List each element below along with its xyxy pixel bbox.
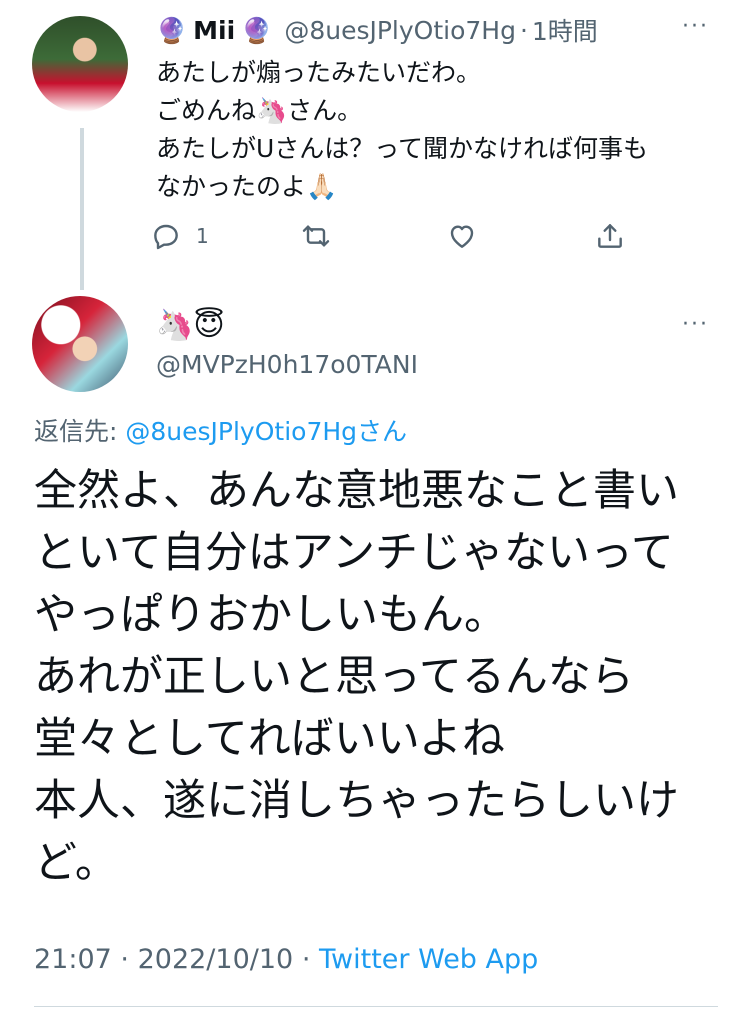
tweet1-text: あたしが煽ったみたいだわ。 ごめんね🦄さん。あたしがUさんは？って聞かなければ何事… (156, 54, 726, 206)
reply-button[interactable]: 1 (150, 216, 209, 256)
crystal-ball-emoji: 🔮 (241, 15, 273, 45)
tweet1-text-line: あたしが煽ったみたいだわ。 (156, 58, 482, 87)
thread-connector-line (80, 128, 84, 290)
share-icon (598, 224, 622, 248)
crystal-ball-emoji: 🔮 (156, 15, 188, 45)
tweet2-meta: 21:07 · 2022/10/10 · Twitter Web App (34, 944, 538, 975)
reply-to-line: 返信先: @8uesJPlyOtio7Hgさん (34, 412, 407, 448)
tweet1-text-line: ごめんね🦄さん。 (156, 96, 363, 125)
tweet1-text-line: なかったのよ🙏🏻 (156, 172, 338, 201)
tweet1-separator: · (519, 15, 528, 45)
retweet-icon (302, 225, 330, 247)
reply-count: 1 (196, 224, 209, 248)
like-button[interactable] (446, 216, 478, 256)
heart-icon (450, 225, 474, 248)
tweet2-time[interactable]: 21:07 (34, 944, 112, 975)
retweet-button[interactable] (300, 216, 332, 256)
more-icon[interactable]: ··· (682, 312, 709, 337)
tweet1-action-bar: 1 (150, 216, 640, 256)
tweet1-display-name[interactable]: Mii (193, 16, 235, 45)
tweet2-date[interactable]: 2022/10/10 (138, 944, 294, 975)
tweet2-display-name[interactable]: 🦄😇 (156, 308, 225, 344)
tweet1-text-line: あたしがUさんは？って聞かなければ何事も (156, 134, 649, 163)
avatar-mii[interactable] (32, 16, 128, 112)
reply-to-link[interactable]: @8uesJPlyOtio7Hgさん (125, 417, 407, 446)
tweet1-time[interactable]: 1時間 (532, 12, 598, 48)
meta-dot: · (120, 944, 129, 975)
reply-icon (154, 224, 178, 250)
divider (34, 1006, 718, 1007)
tweet1-handle[interactable]: @8uesJPlyOtio7Hg (284, 16, 516, 45)
tweet2-text: 全然よ、あんな意地悪なこと書い といて自分はアンチじゃないって やっぱりおかしい… (34, 466, 679, 888)
reply-prefix: 返信先: (34, 417, 126, 446)
tweet2-source[interactable]: Twitter Web App (319, 944, 538, 975)
more-icon[interactable]: ··· (682, 14, 709, 39)
meta-dot: · (301, 944, 311, 975)
share-button[interactable] (594, 216, 626, 256)
tweet2-handle[interactable]: @MVPzH0h17o0TANI (156, 350, 418, 379)
tweet1-header: 🔮 Mii 🔮 @8uesJPlyOtio7Hg · 1時間 (156, 10, 598, 50)
avatar-mvp[interactable] (32, 296, 128, 392)
